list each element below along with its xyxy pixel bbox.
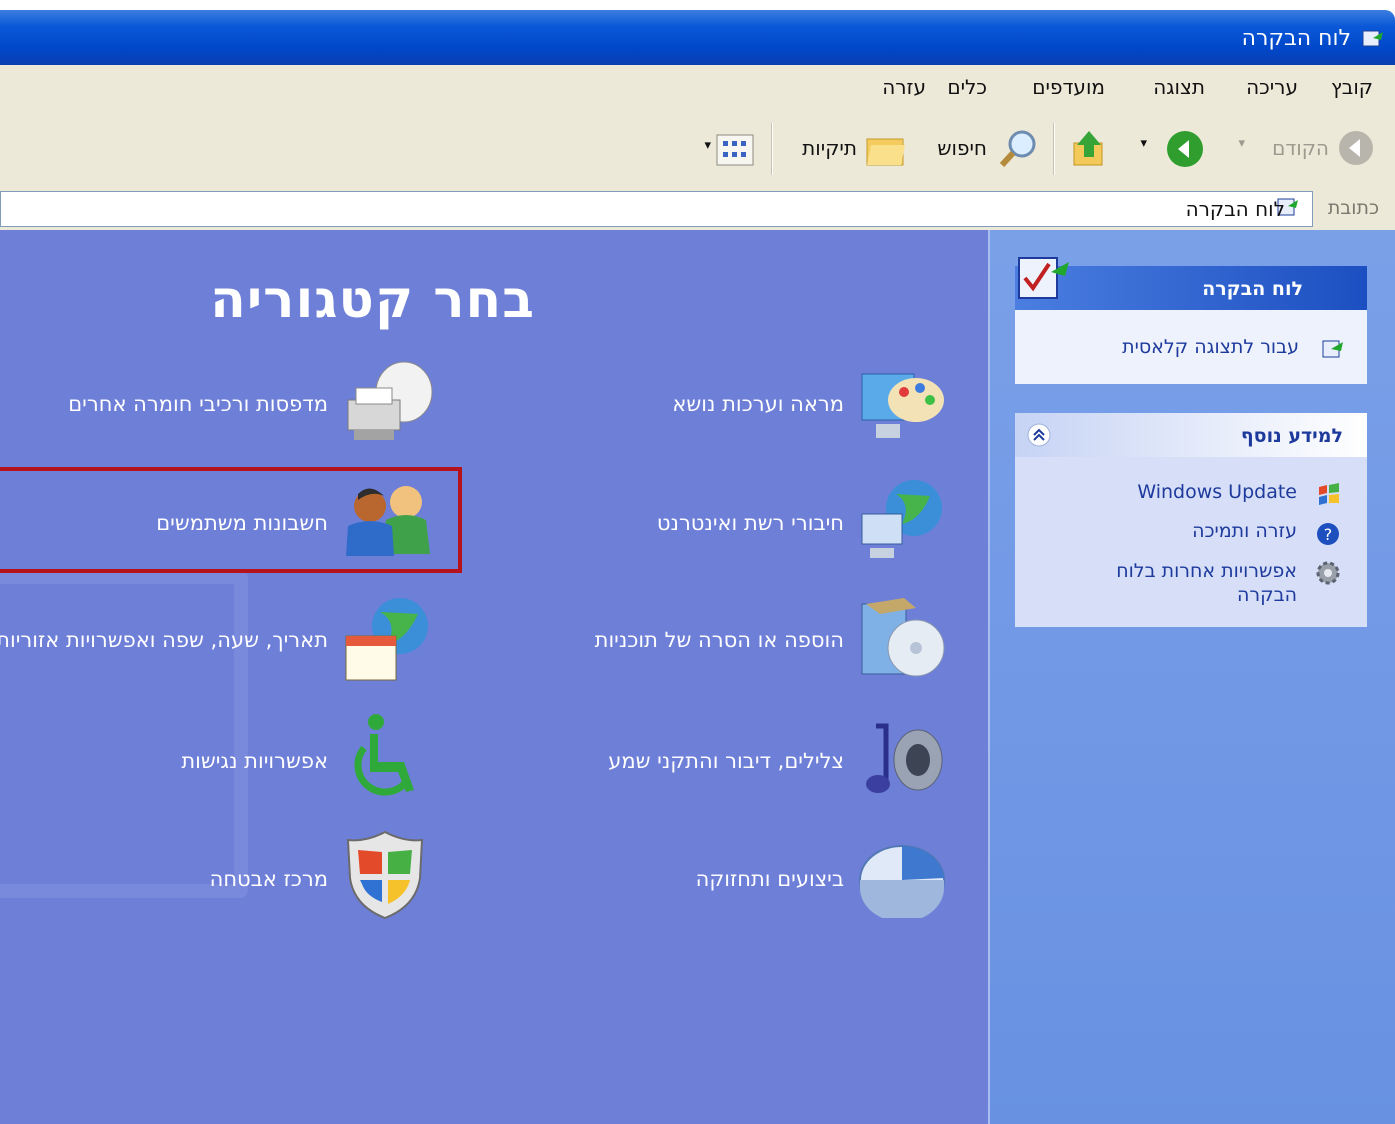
windows-update-link[interactable]: Windows Update — [1137, 481, 1297, 503]
window-title: לוח הבקרה — [1241, 26, 1351, 51]
menu-edit[interactable]: עריכה — [1246, 75, 1298, 99]
forward-dropdown-icon[interactable]: ▾ — [1140, 136, 1147, 151]
category-network[interactable]: חיבורי רשת ואינטרנט — [657, 511, 844, 535]
sounds-icon[interactable] — [856, 716, 948, 808]
category-appearance[interactable]: מראה וערכות נושא — [672, 392, 844, 416]
category-add-remove-programs[interactable]: הוספה או הסרה של תוכניות — [595, 628, 844, 652]
page-heading: בחר קטגוריה — [210, 270, 535, 330]
control-panel-check-icon — [1018, 257, 1069, 299]
views-icon[interactable] — [715, 133, 755, 167]
windows-update-icon — [1319, 483, 1339, 505]
gear-icon — [1316, 561, 1340, 585]
help-icon: ? — [1317, 523, 1339, 545]
up-folder-icon[interactable] — [1071, 129, 1107, 169]
address-field[interactable] — [0, 191, 1313, 227]
control-panel-window: לוח הבקרה קובץ עריכה תצוגה מועדפים כלים … — [0, 0, 1395, 1124]
menu-view[interactable]: תצוגה — [1153, 75, 1205, 99]
svg-text:?: ? — [1324, 525, 1333, 544]
menu-help[interactable]: עזרה — [882, 75, 926, 99]
forward-arrow-icon[interactable] — [1165, 129, 1205, 169]
search-button-label[interactable]: חיפוש — [937, 136, 987, 160]
folders-icon[interactable] — [865, 131, 907, 167]
date-time-icon[interactable] — [342, 594, 434, 686]
toolbar-separator — [1053, 123, 1055, 175]
control-panel-panel: לוח הבקרה עבור לתצוגה קלאסית — [1015, 257, 1367, 384]
task-pane: לוח הבקרה עבור לתצוגה קלאסית למידע נוסף — [988, 230, 1395, 1124]
category-sounds[interactable]: צלילים, דיבור והתקני שמע — [608, 749, 844, 773]
search-icon[interactable] — [997, 127, 1039, 169]
switch-to-classic-view-link[interactable]: עבור לתצוגה קלאסית — [1122, 336, 1299, 358]
category-view: בחר קטגוריה מראה וערכות נושא חיבורי רשת … — [0, 230, 988, 1124]
address-value[interactable]: לוח הבקרה — [1186, 197, 1285, 221]
views-dropdown-icon[interactable]: ▾ — [704, 138, 711, 153]
menu-favorites[interactable]: מועדפים — [1032, 75, 1105, 99]
back-button-label[interactable]: הקודם — [1272, 136, 1329, 160]
back-arrow-icon[interactable] — [1337, 129, 1375, 167]
category-security-center[interactable]: מרכז אבטחה — [210, 867, 328, 891]
toolbar-separator — [771, 123, 773, 175]
other-options-link[interactable]: אפשרויות אחרות בלוח הבקרה — [1067, 559, 1297, 607]
menu-tools[interactable]: כלים — [947, 75, 987, 99]
accessibility-icon[interactable] — [342, 712, 434, 804]
appearance-icon[interactable] — [856, 360, 948, 452]
help-support-link[interactable]: עזרה ותמיכה — [1192, 520, 1297, 542]
printer-icon[interactable] — [342, 358, 434, 450]
classic-view-icon — [1322, 340, 1343, 358]
add-remove-programs-icon[interactable] — [856, 592, 948, 684]
collapse-chevron-icon[interactable] — [1027, 423, 1051, 447]
see-also-panel-title: למידע נוסף — [1240, 425, 1343, 447]
control-panel-panel-title: לוח הבקרה — [1202, 278, 1303, 300]
category-accessibility[interactable]: אפשרויות נגישות — [181, 749, 328, 773]
security-shield-icon[interactable] — [344, 828, 426, 920]
see-also-panel: למידע נוסף Windows Update ? עזרה ותמיכה … — [1015, 413, 1367, 627]
category-date-time-language[interactable]: תאריך, שעה, שפה ואפשרויות אזוריות — [0, 628, 328, 652]
control-panel-icon — [1362, 30, 1383, 47]
address-bar: כתובת לוח הבקרה — [0, 187, 1395, 231]
performance-icon[interactable] — [856, 834, 948, 918]
folders-button-label[interactable]: תיקיות — [802, 136, 857, 160]
highlight-box — [0, 467, 462, 573]
address-label: כתובת — [1327, 197, 1379, 219]
menu-file[interactable]: קובץ — [1331, 75, 1373, 99]
see-also-panel-header[interactable]: למידע נוסף — [1015, 413, 1367, 457]
back-dropdown-icon[interactable]: ▾ — [1238, 136, 1245, 151]
toolbar: הקודם ▾ ▾ חיפוש תיקיות ▾ — [0, 111, 1395, 188]
category-performance[interactable]: ביצועים ותחזוקה — [696, 867, 844, 891]
category-printers[interactable]: מדפסות ורכיבי חומרה אחרים — [68, 392, 328, 416]
network-icon[interactable] — [856, 474, 948, 566]
title-bar[interactable]: לוח הבקרה — [0, 10, 1395, 65]
watermark-check — [0, 570, 248, 898]
menu-bar: קובץ עריכה תצוגה מועדפים כלים עזרה — [0, 65, 1395, 112]
